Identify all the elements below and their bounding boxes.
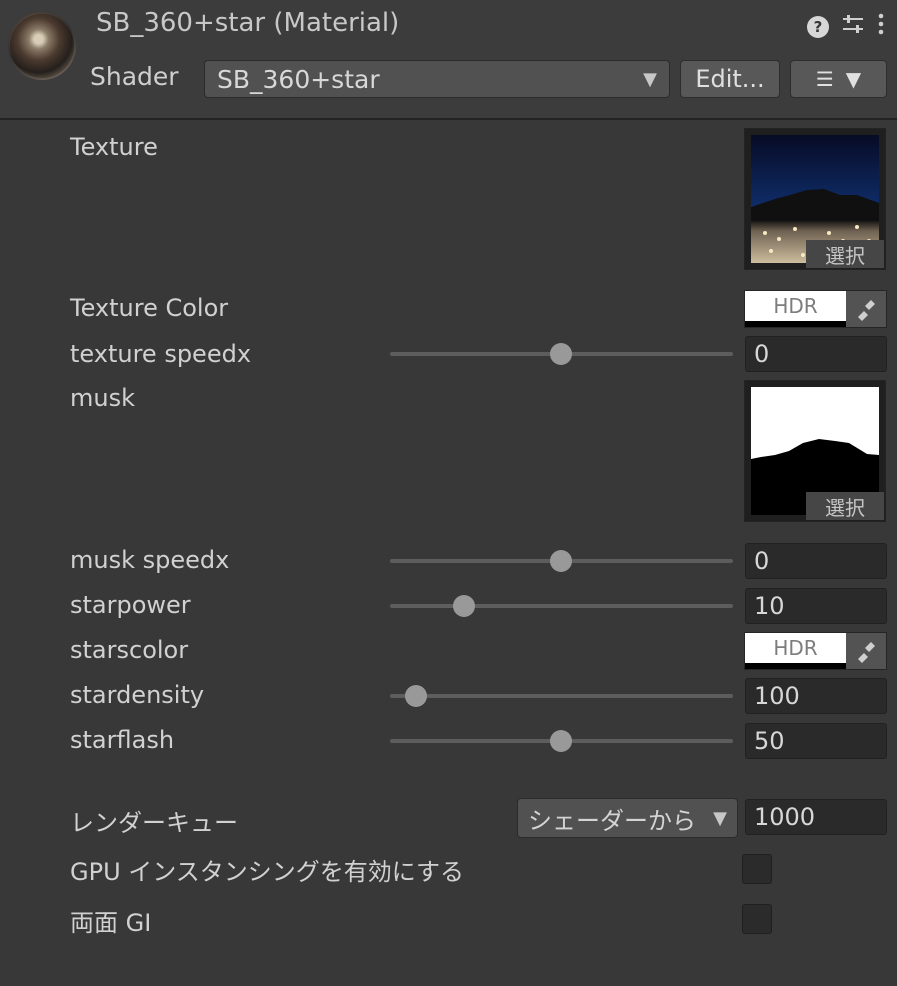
starscolor-swatch[interactable]: HDR (745, 633, 846, 669)
shader-label: Shader (90, 62, 179, 91)
starflash-slider[interactable] (390, 730, 733, 752)
material-title: SB_360+star (Material) (96, 8, 400, 38)
stardensity-slider[interactable] (390, 685, 733, 707)
texture-speedx-field[interactable]: 0 (745, 336, 887, 372)
texture-color-swatch[interactable]: HDR (745, 291, 846, 327)
preset-icon[interactable] (841, 12, 865, 42)
texture-label: Texture (70, 133, 158, 161)
double-sided-gi-label: 両面 GI (70, 909, 152, 937)
shader-dropdown[interactable]: SB_360+star ▼ (204, 60, 670, 98)
render-queue-label: レンダーキュー (70, 809, 238, 837)
gpu-instancing-checkbox[interactable] (742, 854, 772, 884)
render-queue-field[interactable]: 1000 (745, 799, 887, 835)
render-queue-mode: シェーダーから (528, 806, 696, 835)
render-queue-dropdown[interactable]: シェーダーから ▼ (517, 798, 738, 838)
stardensity-field[interactable]: 100 (745, 678, 887, 714)
eyedropper-icon[interactable] (846, 633, 886, 669)
slider-thumb[interactable] (550, 730, 572, 752)
texture-select-button[interactable]: 選択 (806, 240, 884, 268)
starpower-slider[interactable] (390, 595, 733, 617)
texture-speedx-label: texture speedx (70, 340, 252, 368)
slider-thumb[interactable] (550, 343, 572, 365)
list-icon: ☰ (815, 67, 834, 91)
musk-label: musk (70, 384, 135, 412)
more-vert-icon[interactable] (877, 12, 885, 42)
starflash-label: starflash (70, 726, 175, 754)
starpower-field[interactable]: 10 (745, 588, 887, 624)
texture-slot[interactable]: 選択 (744, 128, 886, 270)
texture-speedx-slider[interactable] (390, 343, 733, 365)
stardensity-label: stardensity (70, 681, 205, 709)
dropdown-arrow-icon: ▼ (713, 807, 727, 829)
header-icons: ? (807, 12, 885, 42)
help-icon[interactable]: ? (807, 16, 829, 38)
musk-speedx-label: musk speedx (70, 546, 230, 574)
slider-thumb[interactable] (405, 685, 427, 707)
shader-options-button[interactable]: ☰ ▼ (790, 60, 887, 98)
shader-value: SB_360+star (217, 64, 380, 94)
starscolor-field[interactable]: HDR (744, 632, 887, 670)
slider-thumb[interactable] (453, 595, 475, 617)
musk-speedx-slider[interactable] (390, 550, 733, 572)
texture-color-label: Texture Color (70, 294, 229, 322)
double-sided-gi-checkbox[interactable] (742, 904, 772, 934)
musk-select-button[interactable]: 選択 (806, 492, 884, 520)
starscolor-label: starscolor (70, 636, 189, 664)
starpower-label: starpower (70, 591, 191, 619)
slider-thumb[interactable] (550, 550, 572, 572)
texture-color-field[interactable]: HDR (744, 290, 887, 328)
dropdown-arrow-icon: ▼ (643, 68, 657, 90)
eyedropper-icon[interactable] (846, 291, 886, 327)
dropdown-arrow-icon: ▼ (845, 67, 862, 91)
starflash-field[interactable]: 50 (745, 723, 887, 759)
edit-button[interactable]: Edit... (680, 60, 780, 98)
gpu-instancing-label: GPU インスタンシングを有効にする (70, 858, 465, 886)
musk-slot[interactable]: 選択 (744, 380, 886, 522)
material-preview[interactable] (8, 12, 76, 80)
musk-speedx-field[interactable]: 0 (745, 543, 887, 579)
